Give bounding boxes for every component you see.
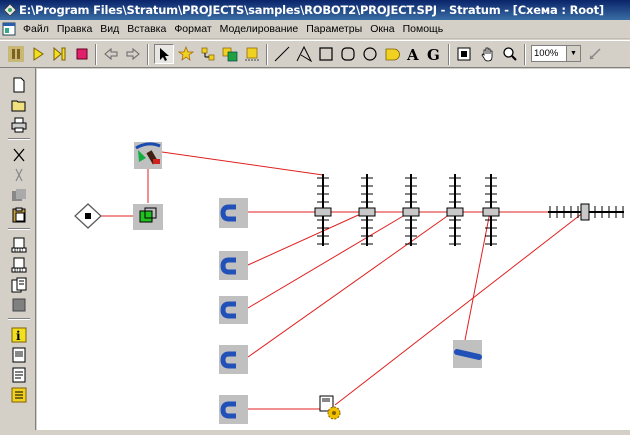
menu-insert[interactable]: Вставка — [123, 23, 170, 35]
ellipse-tool-icon[interactable] — [338, 44, 358, 64]
import-icon[interactable]: 0101 — [10, 256, 28, 274]
object-tool-icon[interactable] — [242, 44, 262, 64]
magnet-node-2[interactable] — [219, 251, 248, 280]
open-folder-icon[interactable] — [10, 96, 28, 114]
line-tool-icon[interactable] — [272, 44, 292, 64]
circle-tool-icon[interactable] — [360, 44, 380, 64]
star-tool-icon[interactable] — [176, 44, 196, 64]
image-tool-icon[interactable] — [220, 44, 240, 64]
stratum-app-icon[interactable] — [4, 4, 16, 16]
green-box-node[interactable] — [133, 204, 163, 230]
horizontal-slider[interactable] — [548, 203, 624, 221]
svg-text:0101: 0101 — [14, 248, 24, 253]
zoom-value: 100% — [534, 48, 559, 59]
link-tool-icon[interactable] — [198, 44, 218, 64]
text-g-tool-icon[interactable]: G — [424, 44, 444, 64]
chevron-down-icon[interactable]: ▼ — [566, 46, 580, 61]
magnet-node-1[interactable] — [219, 198, 248, 228]
pause-icon[interactable] — [6, 44, 26, 64]
text-a-tool-icon[interactable]: A — [403, 44, 423, 64]
zoom-magnifier-icon[interactable] — [500, 44, 520, 64]
menu-bar: Файл Правка Вид Вставка Формат Моделиров… — [0, 20, 630, 39]
play-icon[interactable] — [28, 44, 48, 64]
magnet-node-5[interactable] — [219, 395, 248, 424]
menu-format[interactable]: Формат — [170, 23, 215, 35]
notes-icon[interactable] — [10, 386, 28, 404]
slider-4[interactable] — [446, 174, 464, 246]
rectangle-tool-icon[interactable] — [316, 44, 336, 64]
frame-tool-icon[interactable] — [454, 44, 474, 64]
title-bar[interactable]: E:\Program Files\Stratum\PROJECTS\sample… — [0, 0, 630, 20]
diagram-svg[interactable] — [37, 69, 630, 430]
export-icon[interactable]: 0101 — [10, 236, 28, 254]
menu-parameters[interactable]: Параметры — [302, 23, 366, 35]
magnet-node-4[interactable] — [219, 345, 248, 374]
pipe-node[interactable] — [453, 340, 482, 368]
diamond-start-node[interactable] — [74, 203, 102, 229]
document-system-icon[interactable] — [2, 22, 16, 36]
menu-edit[interactable]: Правка — [53, 23, 96, 35]
arrow-select-icon[interactable] — [154, 44, 174, 64]
window-title: E:\Program Files\Stratum\PROJECTS\sample… — [19, 3, 604, 17]
bitmap-tool-icon[interactable] — [382, 44, 402, 64]
svg-text:G: G — [427, 46, 440, 62]
menu-modeling[interactable]: Моделирование — [216, 23, 303, 35]
info-icon[interactable]: i — [10, 326, 28, 344]
hand-pan-icon[interactable] — [478, 44, 498, 64]
link-lines — [100, 151, 585, 410]
robot-arm-node[interactable] — [134, 142, 162, 169]
forward-icon[interactable] — [123, 44, 143, 64]
left-toolbar: 0101 0101 i — [0, 68, 36, 430]
new-file-icon[interactable] — [10, 76, 28, 94]
menu-view[interactable]: Вид — [96, 23, 123, 35]
back-icon[interactable] — [101, 44, 121, 64]
clipboard-icon[interactable] — [10, 206, 28, 224]
menu-windows[interactable]: Окна — [366, 23, 398, 35]
slider-1[interactable] — [314, 174, 332, 246]
magnet-node-3[interactable] — [219, 296, 248, 324]
slider-3[interactable] — [402, 174, 420, 246]
menu-file[interactable]: Файл — [19, 23, 53, 35]
polyline-tool-icon[interactable] — [294, 44, 314, 64]
copy-icon[interactable] — [10, 166, 28, 184]
svg-text:i: i — [16, 329, 21, 343]
stop-icon[interactable] — [72, 44, 92, 64]
blank-icon[interactable] — [10, 296, 28, 314]
slider-2[interactable] — [358, 174, 376, 246]
zoom-select[interactable]: 100% ▼ — [531, 45, 581, 62]
svg-text:0101: 0101 — [14, 268, 24, 273]
gear-node[interactable] — [319, 395, 341, 420]
document-icon[interactable] — [10, 346, 28, 364]
print-icon[interactable] — [10, 116, 28, 134]
properties-icon[interactable] — [10, 276, 28, 294]
step-icon[interactable] — [50, 44, 70, 64]
edit-pointer-icon[interactable] — [585, 44, 605, 64]
edit-document-icon[interactable] — [10, 366, 28, 384]
menu-help[interactable]: Помощь — [399, 23, 448, 35]
paste-icon[interactable] — [10, 186, 28, 204]
schema-canvas[interactable] — [37, 69, 630, 430]
svg-text:A: A — [406, 46, 419, 62]
cut-icon[interactable] — [10, 146, 28, 164]
